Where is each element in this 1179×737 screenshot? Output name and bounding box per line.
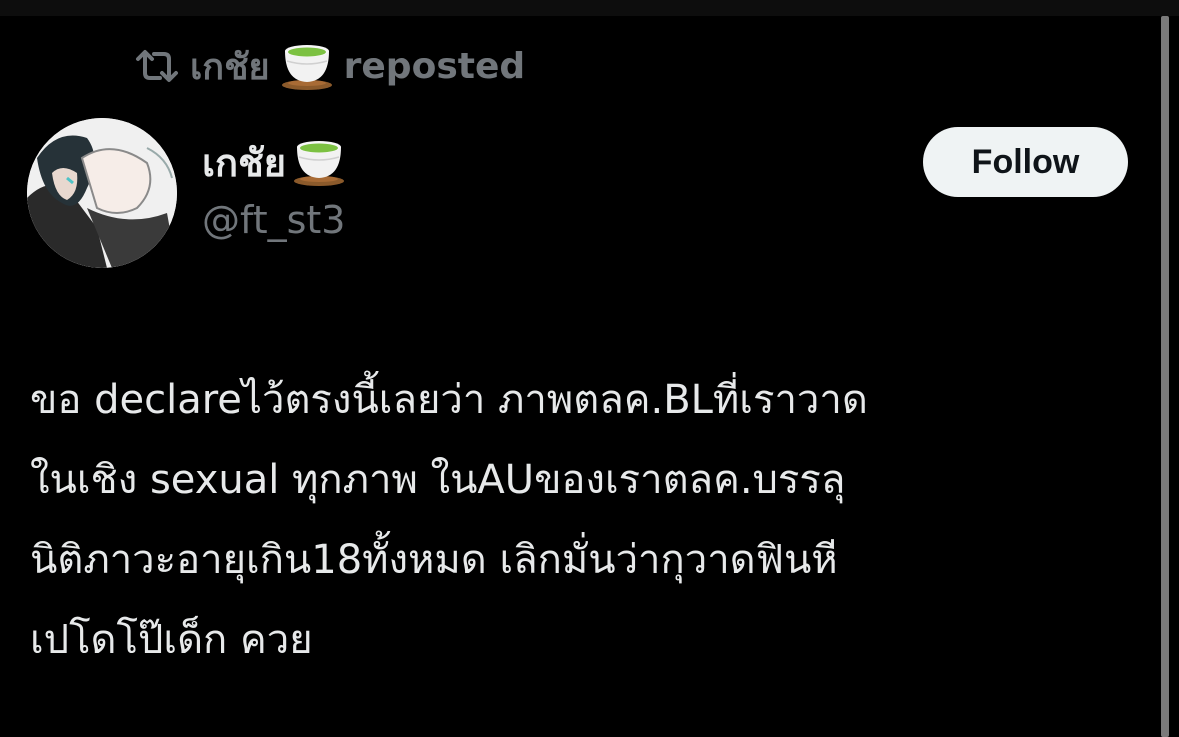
green-tea-emoji-icon [292, 137, 346, 187]
avatar[interactable] [27, 118, 177, 268]
tweet-text: ขอ declareไว้ตรงนี้เลยว่า ภาพตลค.BLที่เร… [30, 360, 1155, 680]
repost-icon [134, 47, 180, 85]
scrollbar[interactable] [1161, 16, 1169, 737]
tweet-line: ในเชิง sexual ทุกภาพ ในAUของเราตลค.บรรลุ [30, 457, 846, 503]
author-name-text[interactable]: เกชัย [202, 132, 286, 193]
tweet-line: นิติภาวะอายุเกิน18ทั้งหมด เลิกมั่นว่ากุว… [30, 537, 838, 583]
author-handle[interactable]: @ft_st3 [202, 198, 345, 242]
top-edge [0, 0, 1179, 16]
tweet-line: เปโดโป๊เด็ก ควย [30, 617, 313, 663]
green-tea-emoji-icon [280, 41, 334, 91]
author-display-name[interactable]: เกชัย [202, 134, 346, 190]
repost-label: reposted [343, 45, 526, 87]
tweet-line: ขอ declareไว้ตรงนี้เลยว่า ภาพตลค.BLที่เร… [30, 377, 868, 423]
repost-context[interactable]: เกชัย reposted [134, 40, 525, 92]
follow-button[interactable]: Follow [923, 127, 1128, 197]
repost-user-name[interactable]: เกชัย [190, 38, 270, 95]
